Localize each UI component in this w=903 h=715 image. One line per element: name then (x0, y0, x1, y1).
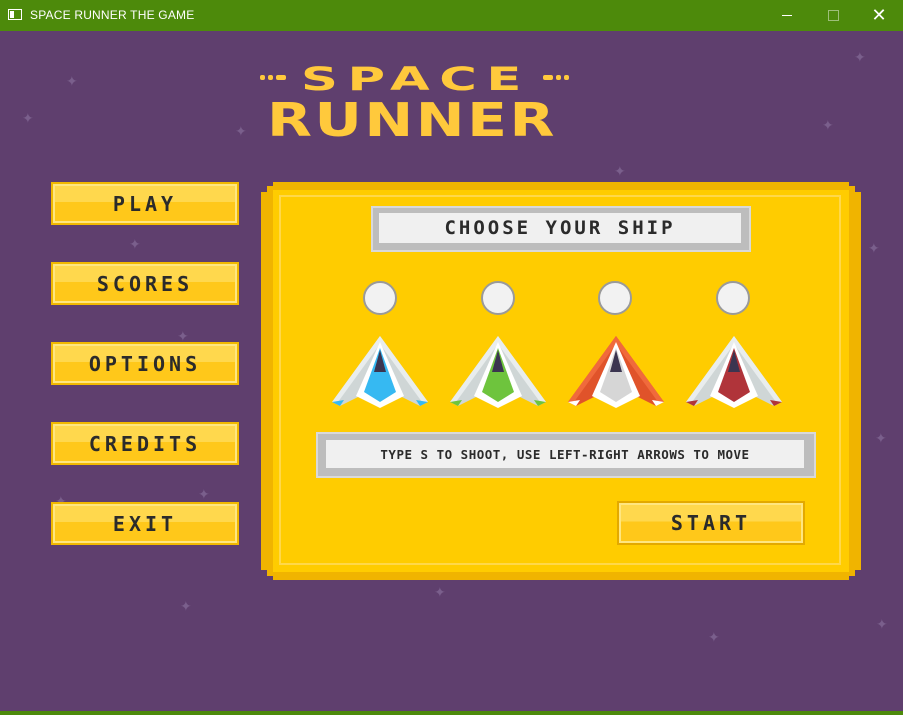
options-button[interactable]: OPTIONS (51, 342, 239, 385)
star-icon: ✦ (434, 585, 446, 601)
green-ship-icon[interactable] (448, 334, 548, 410)
exit-label: EXIT (112, 511, 178, 536)
maximize-button[interactable] (810, 0, 856, 31)
maximize-icon (827, 10, 839, 21)
close-button[interactable]: ✕ (856, 0, 902, 31)
star-icon: ✦ (198, 487, 210, 503)
star-icon: ✦ (875, 431, 887, 447)
choose-ship-heading: CHOOSE YOUR SHIP (379, 213, 741, 243)
game-window: SPACE RUNNER THE GAME ✕ ✦ ✦ ✦ ✦ ✦ ✦ ✦ ✦ … (0, 0, 903, 715)
star-icon: ✦ (822, 118, 834, 134)
star-icon: ✦ (708, 630, 720, 646)
credits-button[interactable]: CREDITS (51, 422, 239, 465)
space-runner-logo: SPACE RUNNER (260, 62, 569, 142)
star-icon: ✦ (876, 617, 888, 633)
star-icon: ✦ (614, 164, 626, 180)
credits-label: CREDITS (88, 431, 202, 456)
star-icon: ✦ (129, 237, 141, 253)
options-label: OPTIONS (88, 351, 202, 376)
star-icon: ✦ (66, 74, 78, 90)
instructions-text: TYPE S TO SHOOT, USE LEFT-RIGHT ARROWS T… (326, 440, 804, 468)
close-icon: ✕ (871, 5, 887, 26)
window-bottom-border (0, 711, 903, 715)
app-window-icon (8, 9, 22, 20)
ship-radio-3[interactable] (598, 281, 632, 315)
scores-label: SCORES (96, 271, 194, 296)
star-icon: ✦ (235, 124, 247, 140)
logo-line-runner: RUNNER (267, 93, 557, 142)
play-button[interactable]: PLAY (51, 182, 239, 225)
title-bar[interactable]: SPACE RUNNER THE GAME ✕ (0, 0, 903, 31)
scores-button[interactable]: SCORES (51, 262, 239, 305)
minimize-icon (782, 15, 792, 16)
blue-ship-icon[interactable] (330, 334, 430, 410)
instructions-plate: TYPE S TO SHOOT, USE LEFT-RIGHT ARROWS T… (316, 432, 816, 478)
star-icon: ✦ (854, 50, 866, 66)
choose-ship-heading-plate: CHOOSE YOUR SHIP (371, 206, 751, 252)
star-icon: ✦ (868, 241, 880, 257)
orange-ship-icon[interactable] (566, 334, 666, 410)
star-icon: ✦ (180, 599, 192, 615)
ship-radio-4[interactable] (716, 281, 750, 315)
red-ship-icon[interactable] (684, 334, 784, 410)
start-button[interactable]: START (617, 501, 805, 545)
window-title: SPACE RUNNER THE GAME (30, 8, 195, 22)
play-label: PLAY (112, 191, 178, 216)
star-icon: ✦ (22, 111, 34, 127)
start-label: START (670, 511, 752, 535)
minimize-button[interactable] (764, 0, 810, 31)
ship-radio-2[interactable] (481, 281, 515, 315)
exit-button[interactable]: EXIT (51, 502, 239, 545)
ship-radio-1[interactable] (363, 281, 397, 315)
